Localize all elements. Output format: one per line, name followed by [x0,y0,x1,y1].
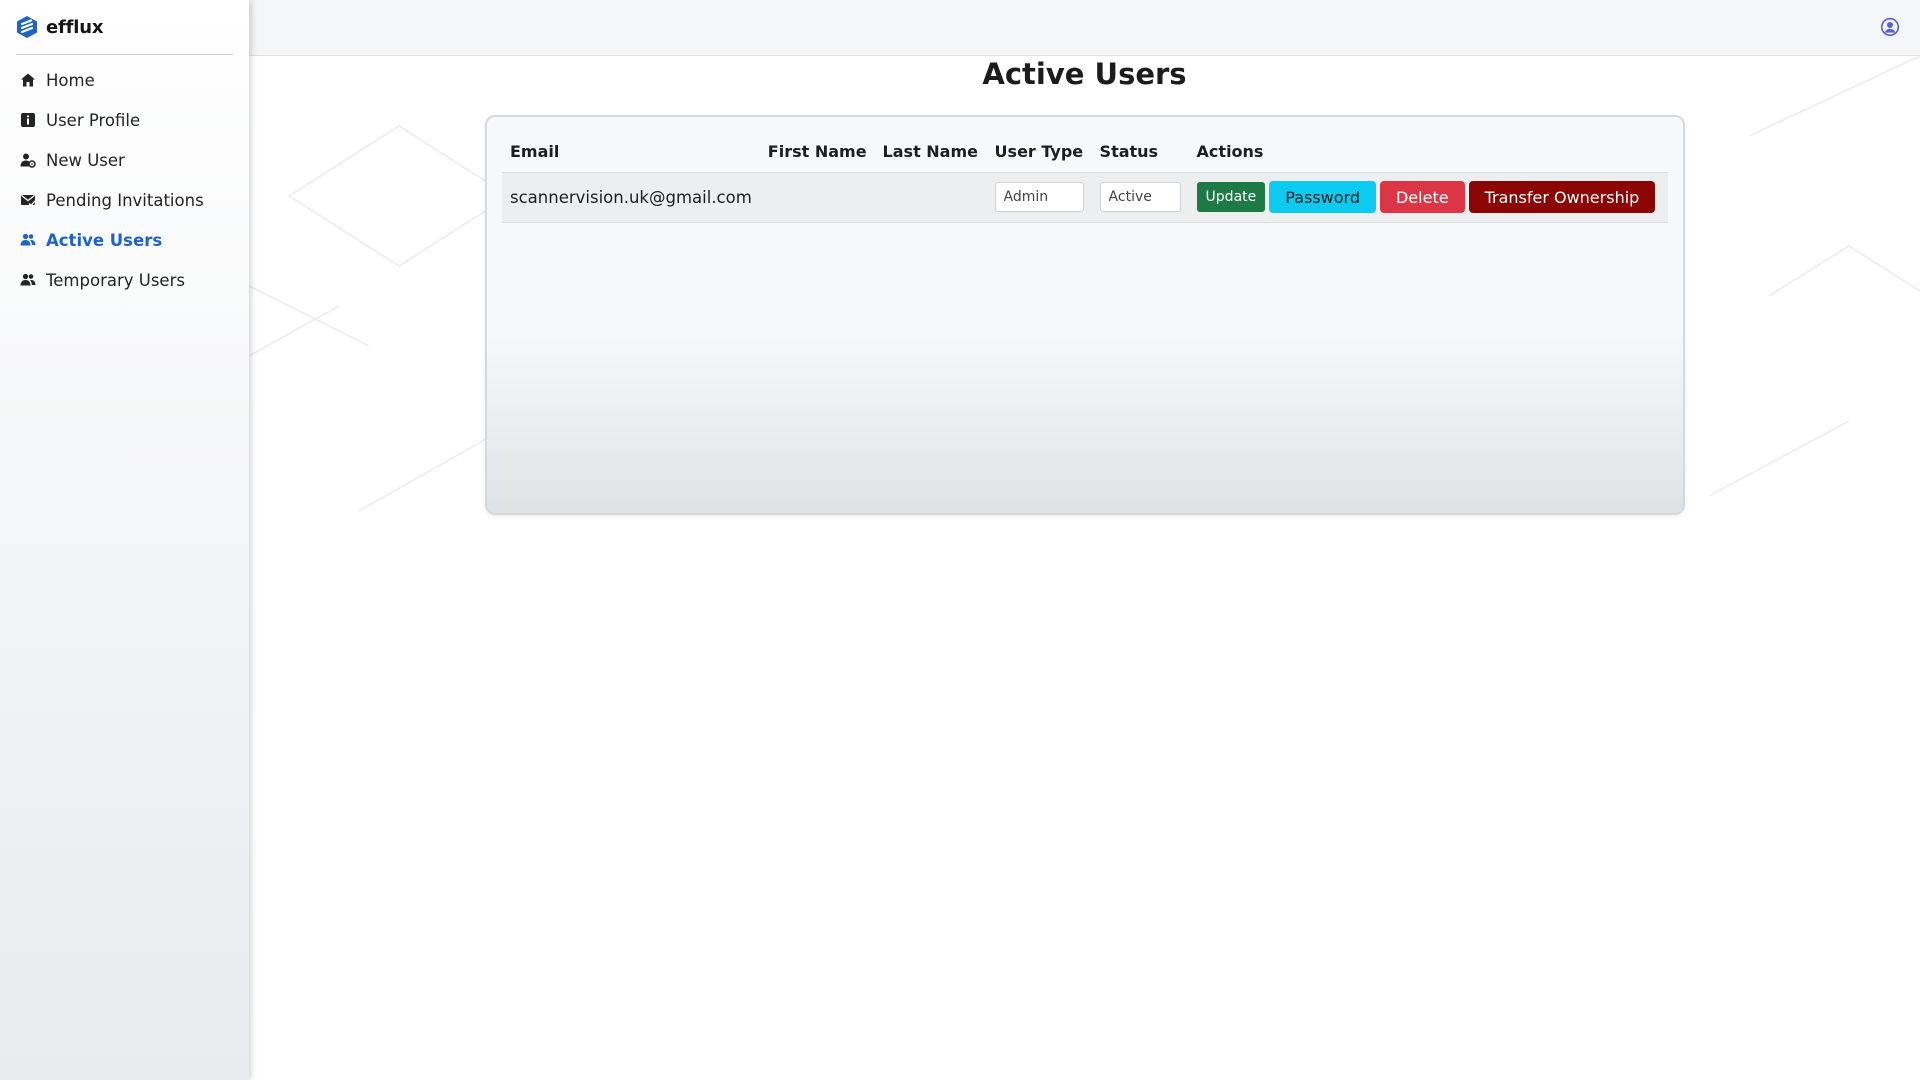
delete-button[interactable]: Delete [1379,181,1465,213]
email-cell: scannervision.uk@gmail.com [502,171,760,223]
sidebar-item-label: Active Users [46,230,163,250]
active-users-panel: Email First Name Last Name User Type Sta… [485,115,1685,515]
sidebar-item-active-users[interactable]: Active Users [0,220,249,260]
column-header-user-type: User Type [994,142,1084,162]
sidebar-item-label: New User [46,150,125,170]
sidebar-item-label: Home [46,70,95,90]
last-name-cell [874,171,987,223]
table-row: scannervision.uk@gmail.com Update Passwo… [502,171,1668,223]
active-users-table: Email First Name Last Name User Type Sta… [502,132,1668,223]
sidebar-item-temporary-users[interactable]: Temporary Users [0,260,249,300]
info-icon [20,112,36,128]
user-type-input[interactable] [994,182,1084,212]
sidebar: efflux Home User Profile New User Pendin… [0,0,249,1080]
sidebar-item-label: Pending Invitations [46,190,204,210]
sidebar-nav: Home User Profile New User Pending Invit… [0,60,249,300]
sidebar-item-label: User Profile [46,110,141,130]
user-gear-icon [20,152,36,168]
sidebar-item-label: Temporary Users [46,270,185,290]
column-header-status: Status [1099,142,1159,162]
sidebar-divider [16,54,233,55]
column-header-email: Email [510,142,560,162]
users-icon [20,272,36,288]
brand-name: efflux [46,16,104,38]
update-button[interactable]: Update [1196,182,1266,212]
top-bar [249,0,1920,56]
main-content: Active Users Email First Name Last Name … [249,56,1920,1080]
status-cell [1091,171,1189,223]
actions-cell: Update Password Delete Transfer Ownershi… [1188,171,1668,223]
efflux-logo-icon [16,15,38,39]
envelope-icon [20,192,36,208]
column-header-actions: Actions [1196,142,1264,162]
password-button[interactable]: Password [1269,181,1376,213]
column-header-last-name: Last Name [882,142,978,162]
user-circle-icon[interactable] [1880,17,1900,37]
first-name-cell [759,171,875,223]
sidebar-item-user-profile[interactable]: User Profile [0,100,249,140]
brand[interactable]: efflux [16,14,103,40]
sidebar-item-new-user[interactable]: New User [0,140,249,180]
sidebar-item-home[interactable]: Home [0,60,249,100]
user-type-cell [986,171,1092,223]
column-header-first-name: First Name [767,142,867,162]
users-icon [20,232,36,248]
table-header-row: Email First Name Last Name User Type Sta… [502,132,1668,172]
page-title: Active Users [982,57,1187,91]
status-input[interactable] [1099,182,1181,212]
transfer-ownership-button[interactable]: Transfer Ownership [1468,181,1656,213]
home-icon [20,72,36,88]
sidebar-item-pending-invitations[interactable]: Pending Invitations [0,180,249,220]
row-actions: Update Password Delete Transfer Ownershi… [1196,181,1660,213]
